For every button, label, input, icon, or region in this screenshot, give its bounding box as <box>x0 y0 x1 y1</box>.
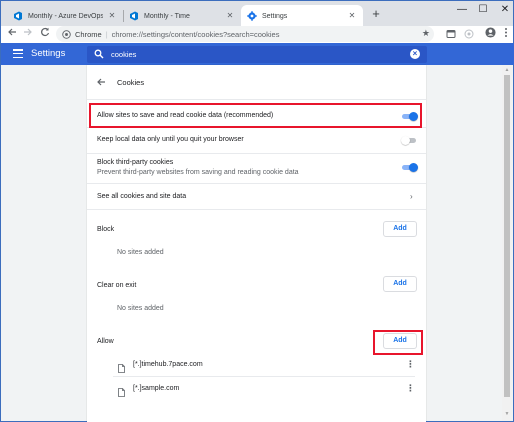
settings-search[interactable]: cookies × <box>87 46 427 63</box>
scrollbar-thumb[interactable] <box>504 75 510 397</box>
tab-monthly-time[interactable]: Monthly - Time ✕ <box>123 5 241 27</box>
azure-devops-icon <box>129 11 139 21</box>
tab-azure-devops[interactable]: Monthly - Azure DevOps Services ✕ <box>7 5 123 27</box>
vertical-scrollbar[interactable]: ▲ ▼ <box>502 65 512 421</box>
azure-devops-icon <box>13 11 23 21</box>
minimize-button[interactable]: — <box>454 3 470 17</box>
close-tab-icon[interactable]: ✕ <box>225 11 235 21</box>
divider <box>87 99 426 100</box>
clear-on-exit-section-label: Clear on exit <box>97 282 137 289</box>
back-button[interactable] <box>5 27 19 41</box>
extension-icon[interactable] <box>463 28 475 40</box>
gear-icon <box>247 11 257 21</box>
close-tab-icon[interactable]: ✕ <box>347 11 357 21</box>
annotation-highlight-box <box>373 330 423 355</box>
reload-icon <box>41 27 50 37</box>
chevron-right-icon[interactable]: › <box>410 192 413 201</box>
cookies-settings-card: Cookies Allow sites to save and read coo… <box>87 65 426 422</box>
clear-search-icon[interactable]: × <box>410 49 420 59</box>
block-third-party-toggle[interactable] <box>401 163 418 172</box>
bookmark-star-icon[interactable]: ★ <box>422 28 430 39</box>
keep-local-data-toggle[interactable] <box>401 136 417 145</box>
browser-toolbar: Chrome | chrome://settings/content/cooki… <box>0 26 514 43</box>
subpage-title: Cookies <box>117 78 145 87</box>
account-icon[interactable] <box>483 27 497 41</box>
scheme-label: Chrome <box>75 29 102 39</box>
extension-icon[interactable] <box>445 28 457 40</box>
allow-section-label: Allow <box>97 338 114 345</box>
tab-strip: Monthly - Azure DevOps Services ✕ Monthl… <box>0 0 514 27</box>
file-icon <box>118 360 125 373</box>
more-actions-icon[interactable]: ⋮ <box>406 360 415 369</box>
arrow-right-icon <box>24 28 32 36</box>
reload-button[interactable] <box>38 27 52 41</box>
page-title: Settings <box>31 48 66 59</box>
keep-local-data-label: Keep local data only until you quit your… <box>97 136 244 143</box>
more-actions-icon[interactable]: ⋮ <box>406 384 415 393</box>
block-empty-text: No sites added <box>117 249 164 256</box>
search-input[interactable]: cookies <box>111 50 136 59</box>
back-arrow-icon[interactable] <box>96 77 106 90</box>
tab-label: Monthly - Azure DevOps Services <box>28 12 103 20</box>
block-section-label: Block <box>97 226 115 233</box>
allowed-site: [*.]timehub.7pace.com <box>133 361 203 368</box>
scroll-down-icon[interactable]: ▼ <box>502 411 512 417</box>
new-tab-button[interactable]: + <box>369 7 383 21</box>
allowed-site: [*.]sample.com <box>133 385 180 392</box>
tab-label: Settings <box>262 12 288 20</box>
chrome-page-icon <box>61 29 71 39</box>
divider <box>113 376 415 377</box>
forward-button[interactable] <box>21 27 35 41</box>
url-text: chrome://settings/content/cookies?search… <box>111 29 280 39</box>
scroll-up-icon[interactable]: ▲ <box>502 67 512 73</box>
menu-icon[interactable] <box>13 49 23 59</box>
maximize-button[interactable]: ☐ <box>475 3 491 17</box>
divider <box>87 183 426 184</box>
block-third-party-sublabel: Prevent third-party websites from saving… <box>97 169 299 176</box>
clear-on-exit-empty-text: No sites added <box>117 305 164 312</box>
file-icon <box>118 384 125 397</box>
settings-header: Settings cookies × <box>0 43 514 65</box>
see-all-cookies-link[interactable]: See all cookies and site data <box>97 193 186 200</box>
block-third-party-label: Block third-party cookies <box>97 159 174 166</box>
chrome-menu-icon[interactable] <box>499 27 513 41</box>
tab-settings[interactable]: Settings ✕ <box>241 5 363 27</box>
search-icon <box>94 49 104 59</box>
close-window-button[interactable]: ✕ <box>497 3 513 17</box>
divider <box>87 153 426 154</box>
add-block-button[interactable]: Add <box>383 221 417 237</box>
address-bar[interactable]: Chrome | chrome://settings/content/cooki… <box>56 26 434 42</box>
add-clear-on-exit-button[interactable]: Add <box>383 276 417 292</box>
close-tab-icon[interactable]: ✕ <box>107 11 117 21</box>
address-separator: | <box>105 29 108 39</box>
arrow-left-icon <box>8 28 16 36</box>
annotation-highlight-box <box>89 103 422 128</box>
tab-label: Monthly - Time <box>144 12 190 20</box>
divider <box>87 209 426 210</box>
